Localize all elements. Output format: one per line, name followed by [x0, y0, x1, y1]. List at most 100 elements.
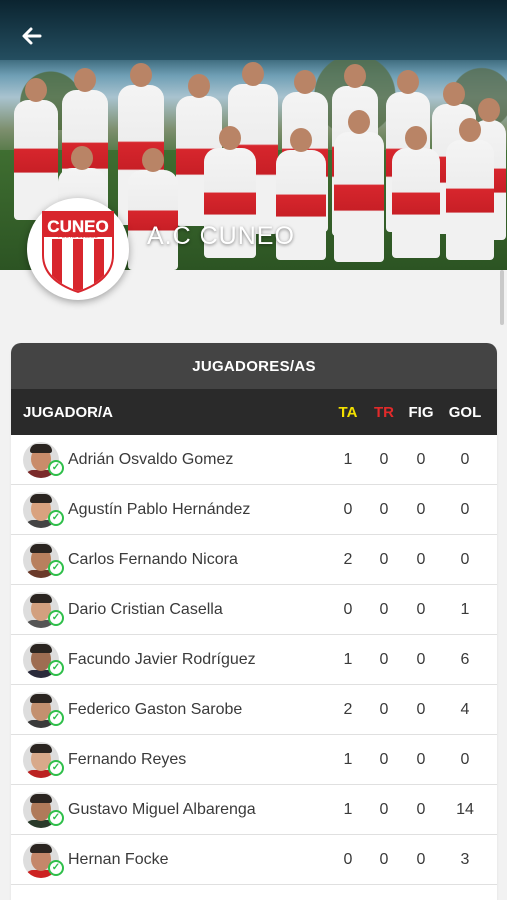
player-tr: 0 — [379, 550, 389, 568]
player-fig: 0 — [416, 550, 426, 568]
player-name: Agustín Pablo Hernández — [68, 500, 251, 518]
player-fig: 0 — [416, 800, 426, 818]
avatar-hair — [30, 744, 52, 753]
photo-player-head — [71, 146, 93, 170]
photo-player-head — [443, 82, 465, 106]
avatar-hair — [30, 544, 52, 553]
photo-player-head — [74, 68, 96, 92]
player-fig: 0 — [416, 650, 426, 668]
col-header-tr: TR — [374, 403, 394, 421]
player-ta: 0 — [343, 500, 353, 518]
player-fig: 0 — [416, 500, 426, 518]
photo-player-head — [188, 74, 210, 98]
player-row[interactable]: ✓ Hernan Focke 0 0 0 3 — [11, 835, 497, 885]
player-tr: 0 — [379, 650, 389, 668]
photo-player — [392, 126, 440, 258]
photo-sky — [0, 0, 507, 60]
player-row[interactable]: ✓ Agustín Pablo Hernández 0 0 0 0 — [11, 485, 497, 535]
player-ta: 2 — [343, 550, 353, 568]
photo-player — [446, 118, 494, 260]
club-crest: CUNEO FOOTBALLCLUB — [42, 211, 114, 293]
players-card: JUGADORES/AS JUGADOR/A TA TR FIG GOL ✓ Ad… — [11, 343, 497, 900]
verified-check-icon: ✓ — [48, 560, 64, 576]
player-row[interactable]: ✓ Facundo Javier Rodríguez 1 0 0 6 — [11, 635, 497, 685]
player-ta: 1 — [343, 750, 353, 768]
photo-player-head — [290, 128, 312, 152]
verified-check-icon: ✓ — [48, 510, 64, 526]
col-header-player: JUGADOR/A — [23, 403, 114, 421]
photo-player-head — [405, 126, 427, 150]
verified-check-icon: ✓ — [48, 610, 64, 626]
photo-player-head — [478, 98, 500, 122]
player-tr: 0 — [379, 750, 389, 768]
avatar-hair — [30, 844, 52, 853]
avatar-hair — [30, 794, 52, 803]
arrow-left-icon — [22, 27, 42, 45]
player-name: Dario Cristian Casella — [68, 600, 223, 618]
player-name: Adrián Osvaldo Gomez — [68, 450, 234, 468]
col-header-fig: FIG — [408, 403, 434, 421]
player-tr: 0 — [379, 800, 389, 818]
player-tr: 0 — [379, 600, 389, 618]
photo-player — [334, 110, 384, 262]
player-gol: 0 — [460, 450, 470, 468]
player-row[interactable]: ✓ Adrián Osvaldo Gomez 1 0 0 0 — [11, 435, 497, 485]
player-row[interactable]: ✓ Federico Gaston Sarobe 2 0 0 4 — [11, 685, 497, 735]
club-name: A.C CUNEO — [147, 222, 295, 250]
player-gol: 1 — [460, 600, 470, 618]
player-gol: 4 — [460, 700, 470, 718]
player-gol: 14 — [456, 800, 474, 818]
col-header-gol: GOL — [448, 403, 482, 421]
verified-check-icon: ✓ — [48, 810, 64, 826]
players-card-title: JUGADORES/AS — [11, 343, 497, 389]
back-button[interactable] — [16, 22, 48, 50]
table-header: JUGADOR/A TA TR FIG GOL — [11, 389, 497, 435]
logo-subtext: FOOTBALLCLUB — [58, 234, 98, 240]
player-fig: 0 — [416, 750, 426, 768]
photo-player-head — [397, 70, 419, 94]
player-ta: 0 — [343, 600, 353, 618]
player-row[interactable]: ✓ Carlos Fernando Nicora 2 0 0 0 — [11, 535, 497, 585]
player-ta: 0 — [343, 850, 353, 868]
player-tr: 0 — [379, 850, 389, 868]
avatar-hair — [30, 644, 52, 653]
photo-player-head — [219, 126, 241, 150]
player-ta: 1 — [343, 650, 353, 668]
photo-player-head — [344, 64, 366, 88]
photo-player-head — [130, 63, 152, 87]
player-fig: 0 — [416, 850, 426, 868]
player-fig: 0 — [416, 600, 426, 618]
player-ta: 1 — [343, 450, 353, 468]
player-row[interactable]: ✓ Fernando Reyes 1 0 0 0 — [11, 735, 497, 785]
scrollbar[interactable] — [500, 270, 504, 325]
verified-check-icon: ✓ — [48, 660, 64, 676]
player-gol: 0 — [460, 500, 470, 518]
player-name: Carlos Fernando Nicora — [68, 550, 238, 568]
player-gol: 6 — [460, 650, 470, 668]
avatar-hair — [30, 694, 52, 703]
players-list: ✓ Adrián Osvaldo Gomez 1 0 0 0 ✓ Agustín Pablo … — [11, 435, 497, 885]
photo-player-head — [459, 118, 481, 142]
avatar-hair — [30, 594, 52, 603]
player-name: Hernan Focke — [68, 850, 169, 868]
verified-check-icon: ✓ — [48, 860, 64, 876]
photo-player-head — [294, 70, 316, 94]
verified-check-icon: ✓ — [48, 460, 64, 476]
verified-check-icon: ✓ — [48, 760, 64, 776]
photo-player-head — [242, 62, 264, 86]
photo-player — [128, 148, 178, 270]
player-gol: 0 — [460, 550, 470, 568]
club-logo: CUNEO FOOTBALLCLUB — [27, 198, 129, 300]
photo-player-head — [142, 148, 164, 172]
player-name: Fernando Reyes — [68, 750, 187, 768]
player-name: Gustavo Miguel Albarenga — [68, 800, 256, 818]
player-gol: 3 — [460, 850, 470, 868]
verified-check-icon: ✓ — [48, 710, 64, 726]
player-row[interactable]: ✓ Dario Cristian Casella 0 0 0 1 — [11, 585, 497, 635]
player-row[interactable]: ✓ Gustavo Miguel Albarenga 1 0 0 14 — [11, 785, 497, 835]
col-header-ta: TA — [338, 403, 358, 421]
photo-player-head — [25, 78, 47, 102]
player-fig: 0 — [416, 700, 426, 718]
player-ta: 2 — [343, 700, 353, 718]
player-name: Facundo Javier Rodríguez — [68, 650, 256, 668]
